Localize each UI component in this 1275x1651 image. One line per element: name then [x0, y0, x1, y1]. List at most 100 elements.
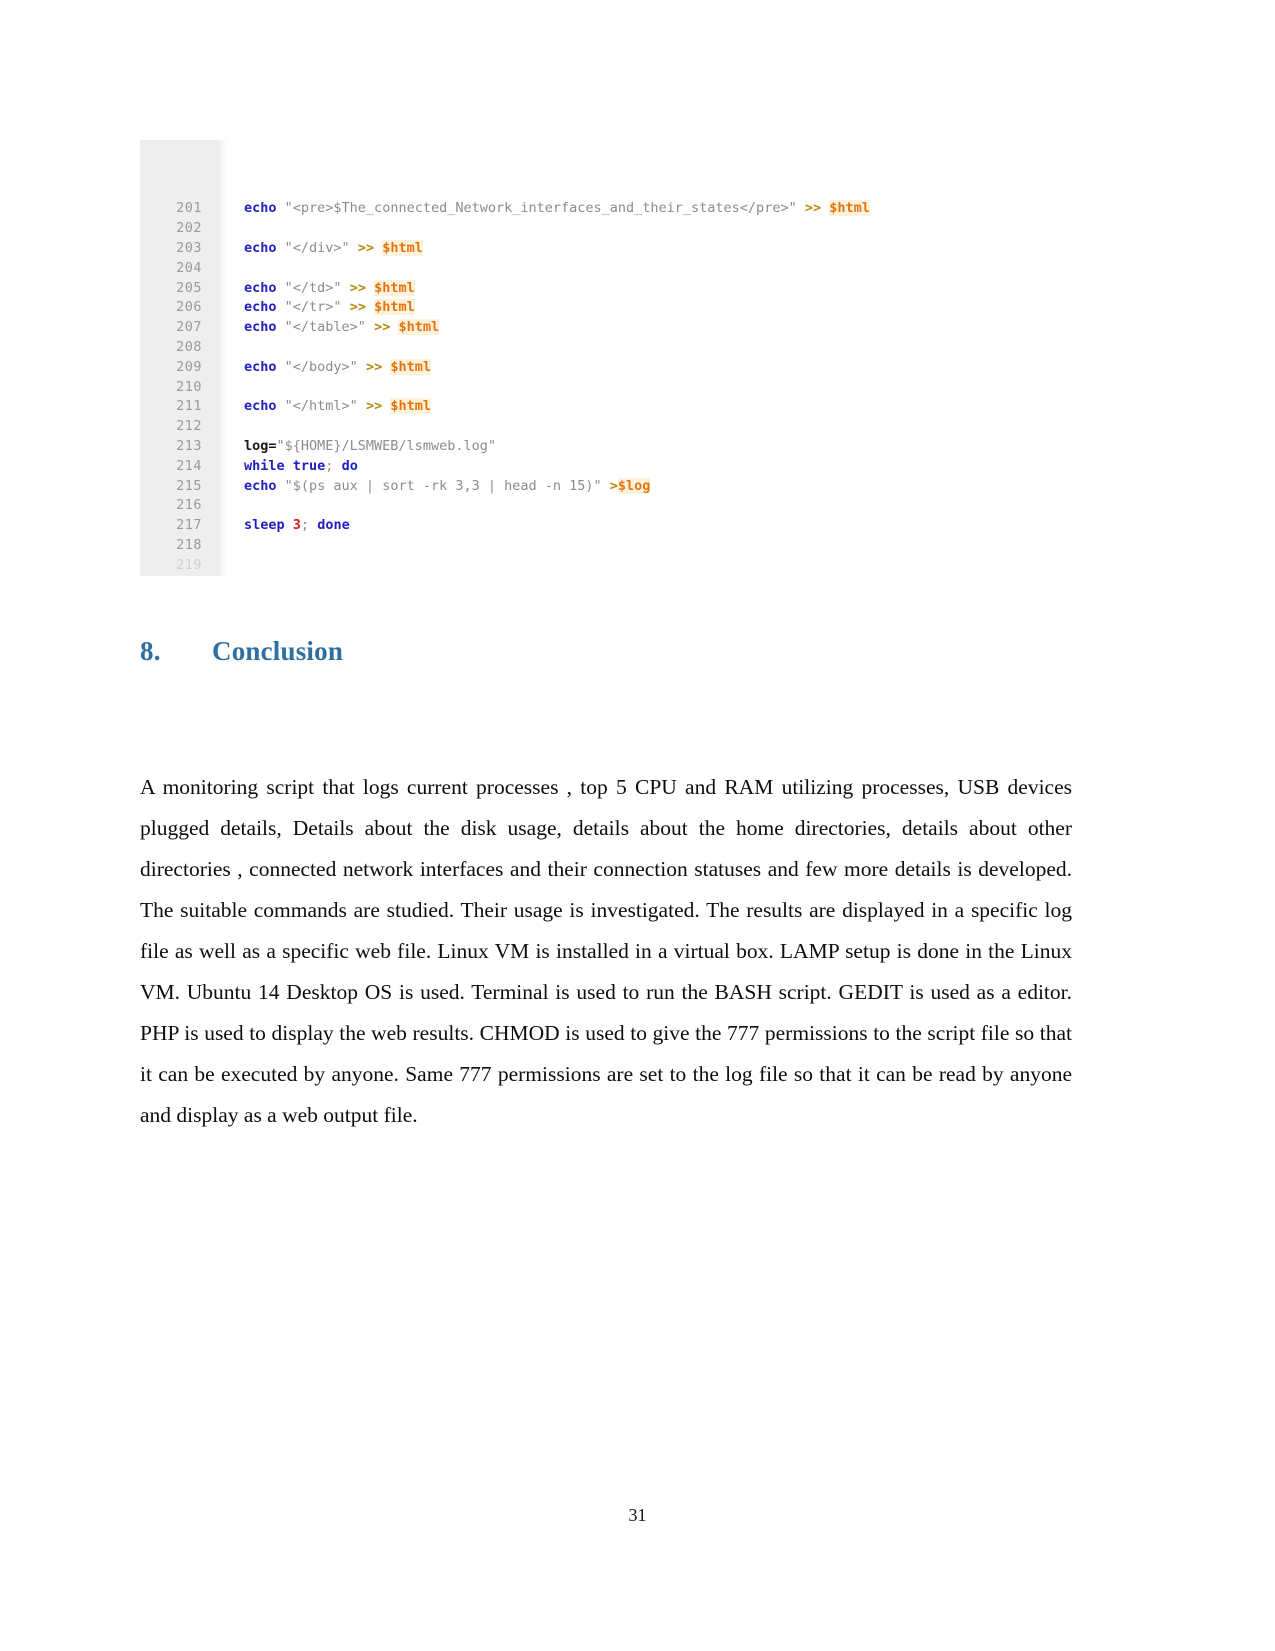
code-line: 205 echo "</td>" >> $html: [140, 279, 1020, 299]
code-line-content: echo "</tr>" >> $html: [220, 298, 1020, 318]
code-token: "</div>": [284, 239, 350, 256]
code-line-content: sleep 3; done: [220, 516, 1020, 536]
code-token: >>: [365, 358, 383, 375]
code-line: 211 echo "</html>" >> $html: [140, 397, 1020, 417]
code-line: 210: [140, 378, 1020, 398]
code-line-content: echo "</table>" >> $html: [220, 318, 1020, 338]
code-token: "<pre>$The_connected_Network_interfaces_…: [284, 200, 797, 217]
code-line: 217 sleep 3; done: [140, 516, 1020, 536]
code-token: "</html>": [284, 398, 358, 415]
code-token: $html: [374, 299, 415, 316]
conclusion-paragraph: A monitoring script that logs current pr…: [140, 774, 1072, 1127]
code-line: 204: [140, 259, 1020, 279]
code-line-content: [220, 556, 1020, 576]
code-token: $html: [398, 319, 440, 336]
section-number: 8.: [140, 636, 161, 666]
code-token: echo: [244, 358, 277, 375]
code-line-content: echo "<pre>$The_connected_Network_interf…: [220, 199, 1020, 219]
code-line-number: 202: [176, 220, 202, 237]
code-line-number: 213: [176, 437, 202, 454]
code-line-number: 219: [176, 556, 202, 573]
code-line-content: while true; do: [220, 457, 1020, 477]
code-line-number: 209: [176, 358, 202, 375]
code-token: "</body>": [284, 358, 358, 375]
code-line-content: [220, 259, 1020, 279]
code-token: >>: [357, 239, 375, 256]
code-line-number: 216: [176, 497, 202, 514]
code-line: 209 echo "</body>" >> $html: [140, 358, 1020, 378]
code-token: ;: [300, 517, 310, 534]
code-token: log=: [244, 437, 277, 454]
code-token: "</tr>": [284, 299, 342, 316]
code-line-number: 210: [176, 378, 202, 395]
code-line: 201 echo "<pre>$The_connected_Network_int…: [140, 199, 1020, 219]
code-token: "</td>": [284, 279, 342, 296]
code-line-number: 214: [176, 457, 202, 474]
code-line-content: [220, 417, 1020, 437]
code-token: $html: [382, 239, 423, 256]
code-token: while: [244, 457, 285, 474]
code-token: echo: [244, 398, 277, 415]
code-line-content: [220, 536, 1020, 556]
code-token: do: [341, 457, 358, 474]
code-line: 216: [140, 496, 1020, 516]
section-heading: 8. Conclusion: [140, 636, 343, 667]
code-line: 213 log="${HOME}/LSMWEB/lsmweb.log": [140, 437, 1020, 457]
code-line: 207 echo "</table>" >> $html: [140, 318, 1020, 338]
code-token: >: [609, 477, 618, 494]
code-line-number: 208: [176, 338, 202, 355]
code-screenshot-figure: 201 echo "<pre>$The_connected_Network_int…: [140, 140, 1020, 576]
code-line: 202: [140, 219, 1020, 239]
code-line-number: 211: [176, 398, 202, 415]
code-token: $html: [390, 398, 431, 415]
page-number: 31: [628, 1505, 647, 1525]
code-token: >>: [365, 398, 383, 415]
code-token: echo: [244, 279, 277, 296]
code-line-content: [220, 338, 1020, 358]
code-token: $html: [829, 200, 870, 217]
code-token: >>: [804, 200, 822, 217]
code-line-number: 201: [176, 200, 202, 217]
code-line-content: echo "</body>" >> $html: [220, 358, 1020, 378]
code-listing: 201 echo "<pre>$The_connected_Network_int…: [140, 140, 1020, 576]
code-line-content: [220, 378, 1020, 398]
code-line-content: echo "</html>" >> $html: [220, 397, 1020, 417]
code-token: $html: [374, 279, 415, 296]
code-token: echo: [244, 319, 277, 336]
code-token: echo: [244, 239, 277, 256]
code-token: echo: [244, 477, 277, 494]
code-line: 212: [140, 417, 1020, 437]
code-token: $log: [617, 477, 651, 494]
code-token: sleep: [244, 517, 285, 534]
code-line: 214 while true; do: [140, 457, 1020, 477]
code-line-number: 206: [176, 299, 202, 316]
code-line: 208: [140, 338, 1020, 358]
code-line-content: [220, 496, 1020, 516]
code-line: 203 echo "</div>" >> $html: [140, 239, 1020, 259]
code-line-content: echo "</div>" >> $html: [220, 239, 1020, 259]
code-line: 218: [140, 536, 1020, 556]
code-line-number: 205: [176, 279, 202, 296]
section-title: Conclusion: [212, 636, 344, 666]
code-token: echo: [244, 200, 277, 217]
code-token: >>: [349, 279, 366, 296]
code-token: done: [317, 517, 350, 534]
